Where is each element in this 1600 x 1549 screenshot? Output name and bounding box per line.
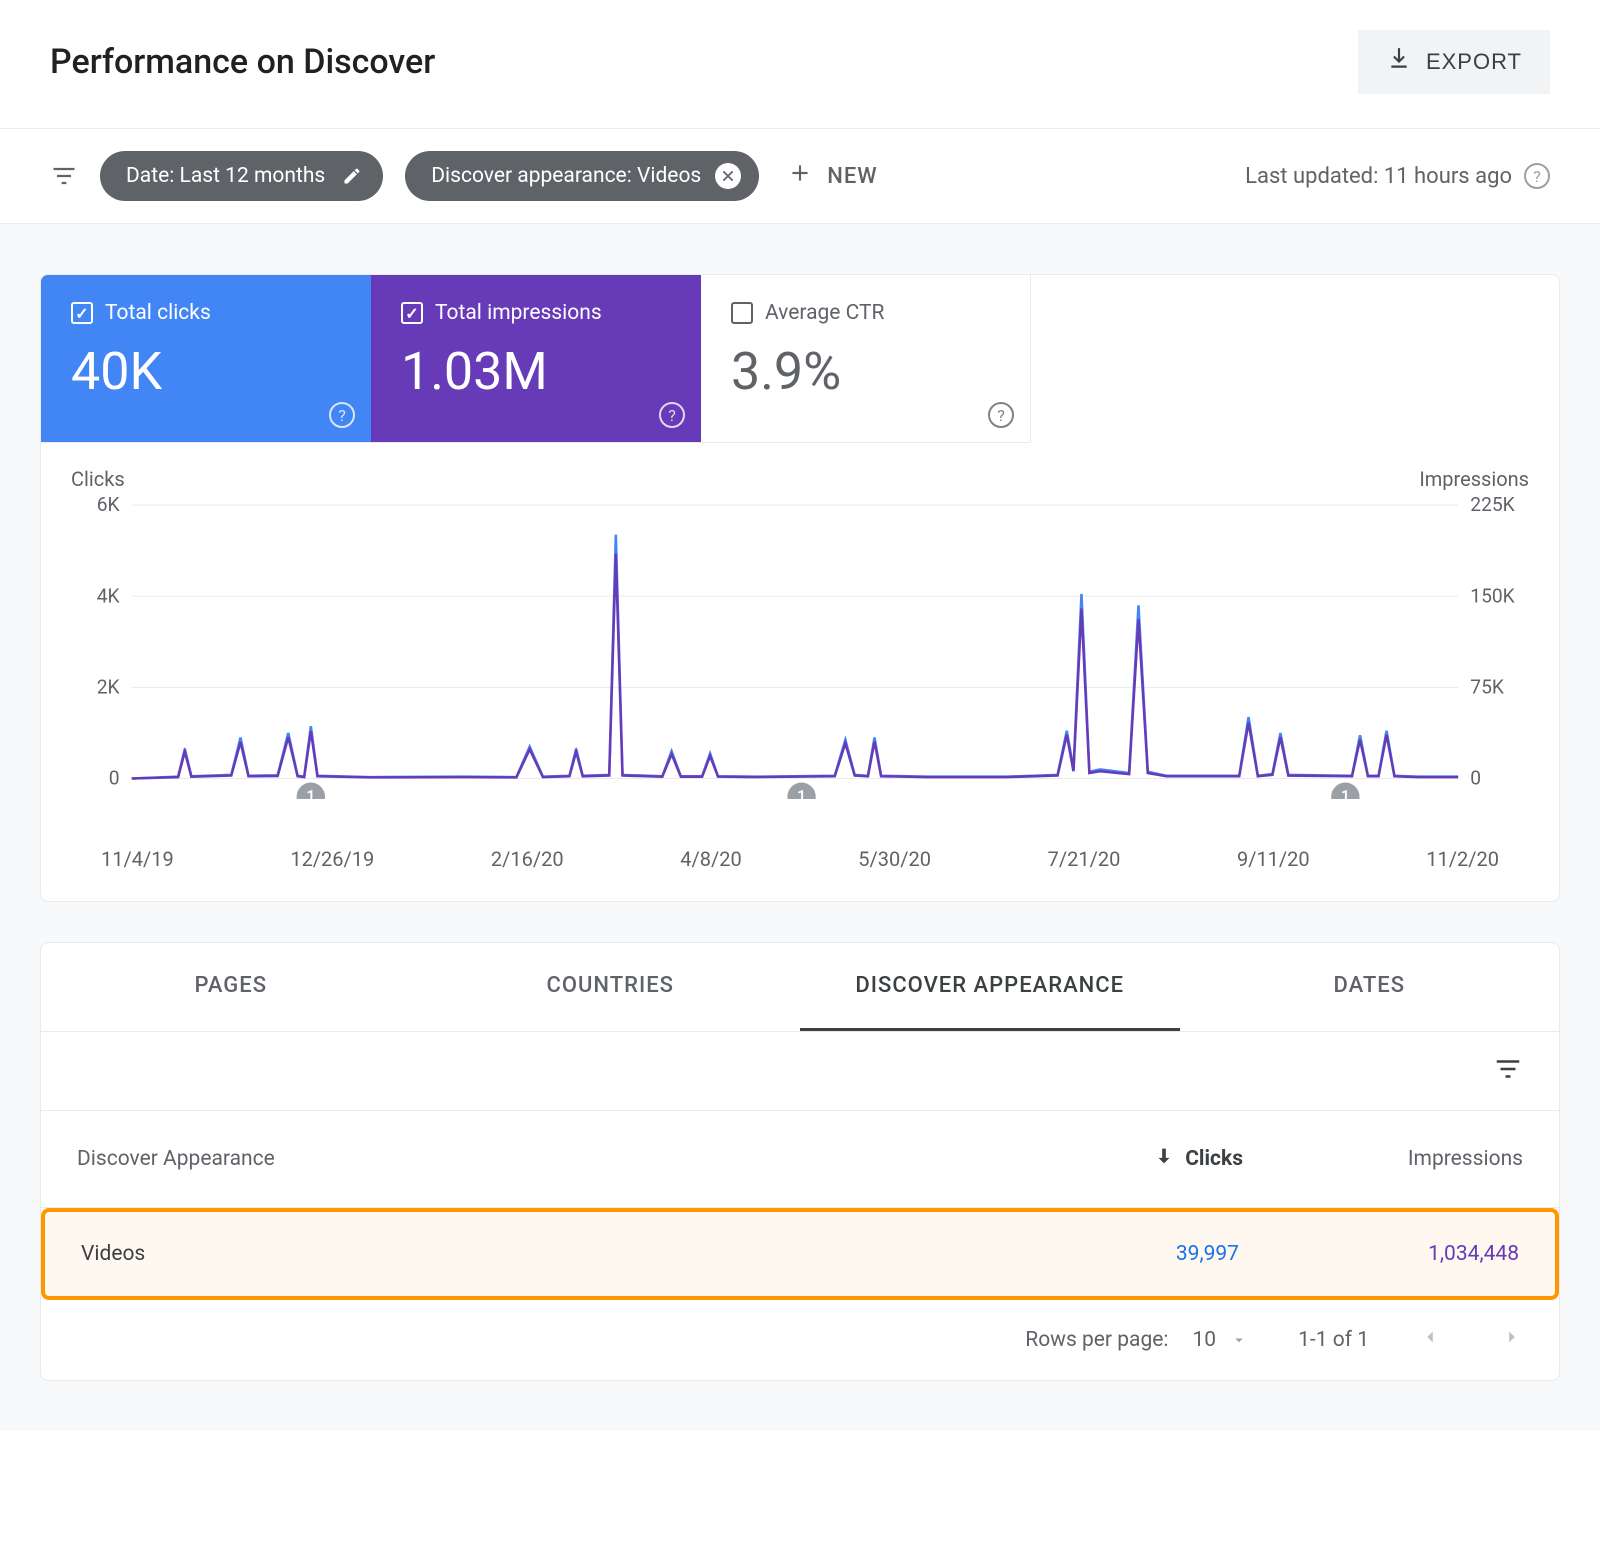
tile-value: 1.03M	[401, 341, 671, 402]
filter-icon[interactable]	[50, 162, 78, 190]
cell-name: Videos	[81, 1242, 979, 1266]
svg-text:1: 1	[1341, 787, 1350, 799]
chart-area: Clicks Impressions 6K225K4K150K2K75K0011…	[41, 443, 1559, 901]
table-header-row: Discover Appearance Clicks Impressions	[41, 1111, 1559, 1208]
checkbox-icon	[401, 302, 423, 324]
filter-chip-appearance[interactable]: Discover appearance: Videos	[405, 151, 759, 201]
sort-desc-icon	[1153, 1145, 1175, 1173]
rows-per-page-value: 10	[1192, 1328, 1216, 1352]
svg-text:6K: 6K	[97, 495, 121, 516]
y-axis-right-label: Impressions	[1419, 467, 1529, 491]
filter-chip-date[interactable]: Date: Last 12 months	[100, 151, 383, 201]
tab-pages[interactable]: PAGES	[41, 943, 421, 1031]
checkbox-icon	[731, 302, 753, 324]
filter-bar: Date: Last 12 months Discover appearance…	[0, 129, 1600, 224]
svg-text:225K: 225K	[1470, 495, 1515, 516]
table-filter-row	[41, 1032, 1559, 1111]
help-icon[interactable]: ?	[659, 402, 685, 428]
new-filter-label: NEW	[827, 164, 877, 189]
x-tick: 9/11/20	[1237, 847, 1310, 871]
x-tick: 7/21/20	[1048, 847, 1121, 871]
tile-value: 40K	[71, 341, 341, 402]
last-updated-text: Last updated: 11 hours ago	[1245, 164, 1512, 189]
dropdown-icon	[1230, 1331, 1248, 1349]
column-header-clicks[interactable]: Clicks	[983, 1145, 1243, 1173]
svg-text:150K: 150K	[1470, 584, 1515, 607]
tile-label: Total impressions	[435, 301, 602, 325]
column-header-impressions[interactable]: Impressions	[1243, 1147, 1523, 1171]
x-tick: 11/2/20	[1426, 847, 1499, 871]
filter-icon[interactable]	[1493, 1054, 1523, 1088]
table-card: PAGESCOUNTRIESDISCOVER APPEARANCEDATES D…	[40, 942, 1560, 1381]
page-title: Performance on Discover	[50, 42, 435, 82]
pager-range: 1-1 of 1	[1298, 1328, 1369, 1352]
main-content: Total clicks 40K ? Total impressions 1.0…	[0, 224, 1600, 1431]
tab-discover-appearance[interactable]: DISCOVER APPEARANCE	[800, 943, 1180, 1031]
y-axis-left-label: Clicks	[71, 467, 125, 491]
help-icon[interactable]: ?	[988, 402, 1014, 428]
x-tick: 11/4/19	[101, 847, 174, 871]
column-header-name[interactable]: Discover Appearance	[77, 1147, 983, 1171]
new-filter-button[interactable]: NEW	[787, 160, 877, 192]
tile-total-clicks[interactable]: Total clicks 40K ?	[41, 275, 371, 443]
rows-per-page-select[interactable]: 10	[1192, 1328, 1248, 1352]
tile-label: Total clicks	[105, 301, 211, 325]
export-button[interactable]: EXPORT	[1358, 30, 1550, 94]
svg-text:4K: 4K	[97, 584, 121, 607]
plus-icon	[787, 160, 813, 192]
last-updated: Last updated: 11 hours ago ?	[1245, 163, 1550, 189]
rows-per-page-label: Rows per page:	[1025, 1328, 1168, 1352]
tab-countries[interactable]: COUNTRIES	[421, 943, 801, 1031]
pager-next-button[interactable]	[1501, 1326, 1523, 1354]
tile-total-impressions[interactable]: Total impressions 1.03M ?	[371, 275, 701, 443]
svg-text:75K: 75K	[1470, 675, 1505, 698]
tile-value: 3.9%	[731, 341, 1000, 402]
svg-text:0: 0	[1470, 767, 1481, 790]
checkbox-icon	[71, 302, 93, 324]
svg-text:1: 1	[797, 787, 806, 799]
cell-clicks: 39,997	[979, 1242, 1239, 1266]
cell-impressions: 1,034,448	[1239, 1242, 1519, 1266]
tab-dates[interactable]: DATES	[1180, 943, 1560, 1031]
svg-text:1: 1	[306, 787, 315, 799]
tile-label: Average CTR	[765, 301, 884, 325]
x-tick: 2/16/20	[491, 847, 564, 871]
pager-prev-button[interactable]	[1419, 1326, 1441, 1354]
detail-tabs: PAGESCOUNTRIESDISCOVER APPEARANCEDATES	[41, 943, 1559, 1032]
column-header-clicks-label: Clicks	[1185, 1147, 1243, 1171]
header: Performance on Discover EXPORT	[0, 0, 1600, 129]
stats-chart-card: Total clicks 40K ? Total impressions 1.0…	[40, 274, 1560, 902]
table-pager: Rows per page: 10 1-1 of 1	[41, 1300, 1559, 1380]
svg-text:0: 0	[109, 767, 120, 790]
export-label: EXPORT	[1426, 49, 1522, 75]
x-tick: 5/30/20	[858, 847, 931, 871]
download-icon	[1386, 46, 1412, 78]
close-icon[interactable]	[715, 163, 741, 189]
x-axis-ticks: 11/4/19 12/26/19 2/16/20 4/8/20 5/30/20 7/21/…	[71, 847, 1529, 871]
svg-text:2K: 2K	[97, 675, 121, 698]
filter-chip-label: Date: Last 12 months	[126, 164, 325, 188]
x-tick: 12/26/19	[290, 847, 374, 871]
pencil-icon[interactable]	[339, 163, 365, 189]
tile-average-ctr[interactable]: Average CTR 3.9% ?	[701, 275, 1031, 443]
table-row[interactable]: Videos 39,997 1,034,448	[41, 1208, 1559, 1300]
metric-tiles: Total clicks 40K ? Total impressions 1.0…	[41, 275, 1559, 443]
data-table: Discover Appearance Clicks Impressions V…	[41, 1111, 1559, 1300]
line-chart: 6K 225K 4K 150K 2K 75K 0 0 1 1 1	[71, 495, 1529, 799]
x-tick: 4/8/20	[680, 847, 741, 871]
filter-chip-label: Discover appearance: Videos	[431, 164, 701, 188]
help-icon[interactable]: ?	[329, 402, 355, 428]
help-icon[interactable]: ?	[1524, 163, 1550, 189]
